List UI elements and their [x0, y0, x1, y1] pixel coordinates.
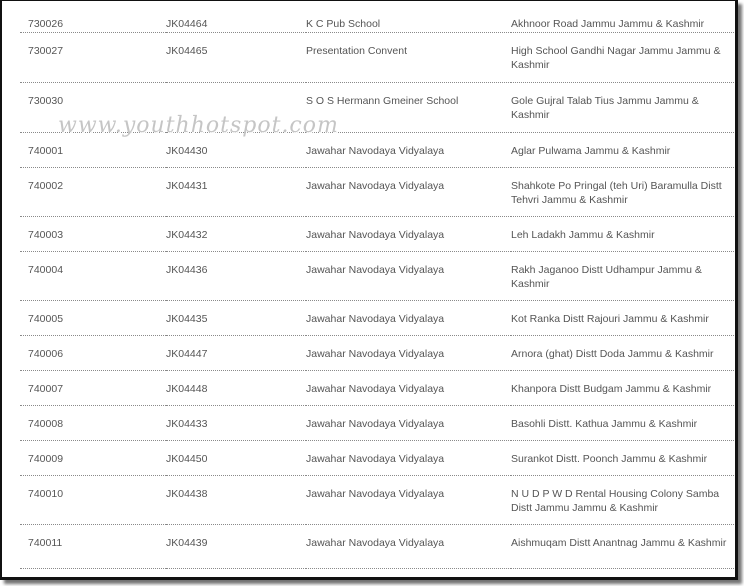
row-id-cell: JK04431: [166, 167, 306, 217]
row-code-cell: 740003: [20, 216, 166, 252]
row-code-cell: 740002: [20, 167, 166, 217]
row-code-cell: 740007: [20, 370, 166, 406]
table-row: 730030 S O S Hermann Gmeiner School Gole G…: [20, 82, 735, 133]
table-row: 740004 JK04436 Jawahar Navodaya Vidyalaya R…: [20, 251, 735, 301]
row-id-cell: JK04433: [166, 405, 306, 441]
table-row: 740010 JK04438 Jawahar Navodaya Vidyalaya N…: [20, 475, 735, 525]
table-row: 740008 JK04433 Jawahar Navodaya Vidyalaya B…: [20, 405, 735, 441]
row-school-name-cell: Jawahar Navodaya Vidyalaya: [306, 524, 511, 569]
row-id-cell: JK04439: [166, 524, 306, 569]
school-list-body: 730026 JK04464 K C Pub School Akhnoor Road …: [20, 5, 735, 569]
row-address-cell: Basohli Distt. Kathua Jammu & Kashmir: [511, 405, 735, 441]
table-row: 740009 JK04450 Jawahar Navodaya Vidyalaya S…: [20, 440, 735, 476]
row-school-name-cell: Jawahar Navodaya Vidyalaya: [306, 475, 511, 525]
row-code-cell: 740001: [20, 132, 166, 168]
row-school-name-cell: Jawahar Navodaya Vidyalaya: [306, 335, 511, 371]
row-school-name-cell: Jawahar Navodaya Vidyalaya: [306, 300, 511, 336]
row-id-cell: JK04464: [166, 5, 306, 33]
row-code-cell: 740005: [20, 300, 166, 336]
table-row: 740011 JK04439 Jawahar Navodaya Vidyalaya A…: [20, 524, 735, 569]
table-row: 740003 JK04432 Jawahar Navodaya Vidyalaya L…: [20, 216, 735, 252]
row-school-name-cell: K C Pub School: [306, 5, 511, 33]
row-address-cell: N U D P W D Rental Housing Colony Samba …: [511, 475, 735, 525]
row-id-cell: JK04432: [166, 216, 306, 252]
row-school-name-cell: Jawahar Navodaya Vidyalaya: [306, 405, 511, 441]
table-row: 740001 JK04430 Jawahar Navodaya Vidyalaya A…: [20, 132, 735, 168]
row-code-cell: 740004: [20, 251, 166, 301]
table-row: 730027 JK04465 Presentation Convent High Sc…: [20, 32, 735, 83]
row-code-cell: 730027: [20, 32, 166, 83]
row-id-cell: [166, 82, 306, 133]
row-address-cell: Shahkote Po Pringal (teh Uri) Baramulla …: [511, 167, 735, 217]
table-row: 740006 JK04447 Jawahar Navodaya Vidyalaya A…: [20, 335, 735, 371]
row-address-cell: Leh Ladakh Jammu & Kashmir: [511, 216, 735, 252]
row-code-cell: 730026: [20, 5, 166, 33]
screenshot-frame: 730026 JK04464 K C Pub School Akhnoor Road …: [0, 0, 738, 580]
table-row: 730026 JK04464 K C Pub School Akhnoor Road …: [20, 5, 735, 33]
row-address-cell: Rakh Jaganoo Distt Udhampur Jammu & Kash…: [511, 251, 735, 301]
row-id-cell: JK04436: [166, 251, 306, 301]
row-id-cell: JK04450: [166, 440, 306, 476]
school-list-table: 730026 JK04464 K C Pub School Akhnoor Road …: [20, 5, 735, 569]
row-address-cell: Gole Gujral Talab Tius Jammu Jammu & Kas…: [511, 82, 735, 133]
row-address-cell: Khanpora Distt Budgam Jammu & Kashmir: [511, 370, 735, 406]
row-school-name-cell: Jawahar Navodaya Vidyalaya: [306, 370, 511, 406]
row-school-name-cell: Jawahar Navodaya Vidyalaya: [306, 167, 511, 217]
row-school-name-cell: Jawahar Navodaya Vidyalaya: [306, 251, 511, 301]
table-row: 740002 JK04431 Jawahar Navodaya Vidyalaya S…: [20, 167, 735, 217]
row-code-cell: 740010: [20, 475, 166, 525]
row-address-cell: Surankot Distt. Poonch Jammu & Kashmir: [511, 440, 735, 476]
row-code-cell: 740011: [20, 524, 166, 569]
row-school-name-cell: Presentation Convent: [306, 32, 511, 83]
row-address-cell: Aishmuqam Distt Anantnag Jammu & Kashmir: [511, 524, 735, 569]
row-address-cell: High School Gandhi Nagar Jammu Jammu & K…: [511, 32, 735, 83]
row-code-cell: 740009: [20, 440, 166, 476]
row-id-cell: JK04438: [166, 475, 306, 525]
row-id-cell: JK04465: [166, 32, 306, 83]
row-school-name-cell: Jawahar Navodaya Vidyalaya: [306, 440, 511, 476]
row-address-cell: Aglar Pulwama Jammu & Kashmir: [511, 132, 735, 168]
row-school-name-cell: S O S Hermann Gmeiner School: [306, 82, 511, 133]
row-code-cell: 740008: [20, 405, 166, 441]
row-id-cell: JK04447: [166, 335, 306, 371]
row-id-cell: JK04430: [166, 132, 306, 168]
row-code-cell: 740006: [20, 335, 166, 371]
table-row: 740005 JK04435 Jawahar Navodaya Vidyalaya K…: [20, 300, 735, 336]
row-address-cell: Arnora (ghat) Distt Doda Jammu & Kashmir: [511, 335, 735, 371]
row-id-cell: JK04448: [166, 370, 306, 406]
row-address-cell: Kot Ranka Distt Rajouri Jammu & Kashmir: [511, 300, 735, 336]
row-school-name-cell: Jawahar Navodaya Vidyalaya: [306, 216, 511, 252]
row-id-cell: JK04435: [166, 300, 306, 336]
row-school-name-cell: Jawahar Navodaya Vidyalaya: [306, 132, 511, 168]
row-address-cell: Akhnoor Road Jammu Jammu & Kashmir: [511, 5, 735, 33]
row-code-cell: 730030: [20, 82, 166, 133]
table-row: 740007 JK04448 Jawahar Navodaya Vidyalaya K…: [20, 370, 735, 406]
